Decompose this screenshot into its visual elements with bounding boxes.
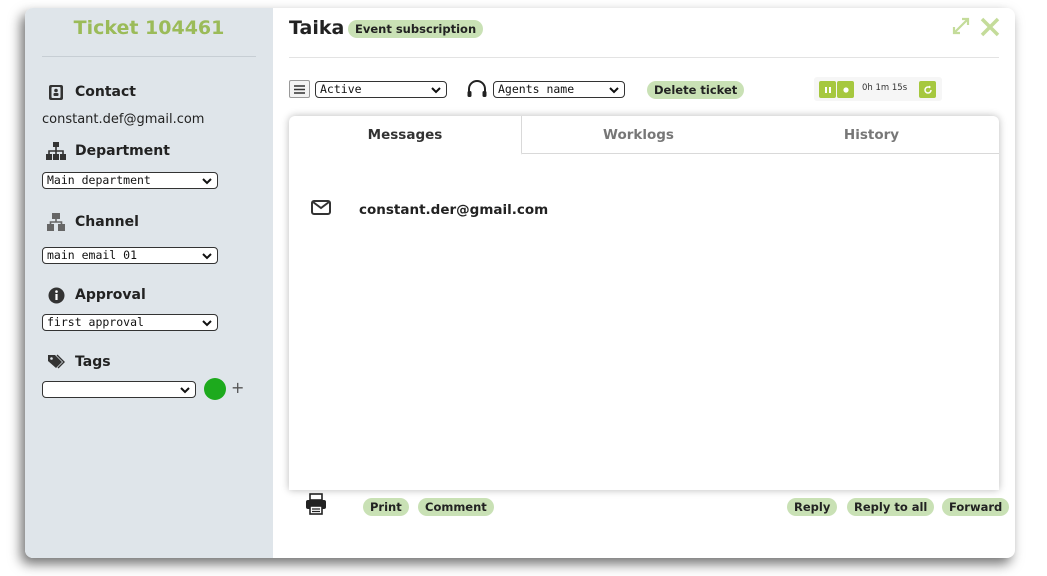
department-label: Department bbox=[75, 143, 170, 159]
pause-icon[interactable] bbox=[819, 81, 836, 98]
delete-ticket-button[interactable]: Delete ticket bbox=[647, 81, 745, 99]
contact-label: Contact bbox=[75, 84, 136, 100]
department-select[interactable]: Main department bbox=[42, 172, 218, 189]
chevron-down-icon bbox=[202, 250, 212, 265]
agent-select[interactable]: Agents name bbox=[493, 81, 625, 98]
contact-label-row: Contact bbox=[45, 82, 136, 102]
headset-icon bbox=[466, 80, 488, 104]
refresh-icon[interactable] bbox=[919, 81, 936, 98]
message-item[interactable]: constant.der@gmail.com bbox=[311, 200, 548, 219]
main-panel: Taika Event subscription Active Agents n… bbox=[273, 8, 1015, 558]
channel-label-row: Channel bbox=[45, 212, 139, 232]
approval-label-row: Approval bbox=[45, 285, 146, 305]
chevron-down-icon bbox=[180, 384, 190, 399]
reply-button[interactable]: Reply bbox=[787, 498, 838, 516]
envelope-icon bbox=[311, 200, 331, 219]
channel-select[interactable]: main email 01 bbox=[42, 247, 218, 264]
ticket-subject: Taika bbox=[289, 17, 345, 39]
stop-icon[interactable] bbox=[837, 81, 854, 98]
contact-email: constant.def@gmail.com bbox=[42, 112, 205, 127]
department-select-value: Main department bbox=[47, 173, 151, 187]
printer-icon[interactable] bbox=[305, 493, 327, 519]
tab-messages[interactable]: Messages bbox=[289, 116, 522, 155]
tag-icon bbox=[45, 352, 67, 372]
network-icon bbox=[45, 212, 67, 232]
close-icon[interactable] bbox=[979, 16, 1001, 42]
chevron-down-icon bbox=[431, 84, 441, 99]
ticket-card: Ticket 104461 Contact constant.def@gmail… bbox=[25, 8, 1015, 558]
approval-label: Approval bbox=[75, 287, 146, 303]
expand-icon[interactable] bbox=[951, 16, 971, 42]
tags-label-row: Tags bbox=[45, 352, 111, 372]
forward-button[interactable]: Forward bbox=[942, 498, 1010, 516]
status-select[interactable]: Active bbox=[315, 81, 447, 98]
message-sender: constant.der@gmail.com bbox=[359, 201, 549, 218]
status-select-value: Active bbox=[320, 82, 362, 96]
comment-button[interactable]: Comment bbox=[418, 498, 494, 516]
tag-color-swatch[interactable] bbox=[204, 378, 226, 400]
list-icon[interactable] bbox=[289, 80, 310, 98]
department-label-row: Department bbox=[45, 141, 170, 161]
window-controls bbox=[951, 16, 1001, 42]
tab-history[interactable]: History bbox=[755, 116, 988, 154]
chevron-down-icon bbox=[202, 317, 212, 332]
tab-bar: Messages Worklogs History bbox=[289, 116, 999, 155]
print-button[interactable]: Print bbox=[363, 498, 409, 516]
sidebar-divider bbox=[42, 56, 256, 57]
tags-label: Tags bbox=[75, 354, 111, 370]
approval-select-value: first approval bbox=[47, 315, 144, 329]
header-divider bbox=[289, 57, 999, 58]
org-chart-icon bbox=[45, 141, 67, 161]
reply-all-button[interactable]: Reply to all bbox=[847, 498, 935, 516]
ticket-content-panel: Messages Worklogs History constant.der@g… bbox=[289, 116, 999, 490]
add-tag-button[interactable]: + bbox=[231, 378, 244, 397]
tags-select[interactable] bbox=[42, 381, 196, 398]
tab-worklogs[interactable]: Worklogs bbox=[522, 116, 755, 154]
contact-card-icon bbox=[45, 82, 67, 102]
agent-select-value: Agents name bbox=[498, 82, 575, 96]
chevron-down-icon bbox=[202, 175, 212, 190]
event-badge: Event subscription bbox=[348, 20, 484, 38]
time-tracker: 0h 1m 15s bbox=[814, 77, 942, 101]
channel-label: Channel bbox=[75, 214, 139, 230]
chevron-down-icon bbox=[609, 84, 619, 99]
timer-readout: 0h 1m 15s bbox=[862, 83, 908, 93]
ticket-title: Ticket 104461 bbox=[73, 17, 225, 39]
channel-select-value: main email 01 bbox=[47, 248, 138, 262]
info-icon bbox=[45, 285, 67, 305]
sidebar: Ticket 104461 Contact constant.def@gmail… bbox=[25, 8, 273, 558]
approval-select[interactable]: first approval bbox=[42, 314, 218, 331]
